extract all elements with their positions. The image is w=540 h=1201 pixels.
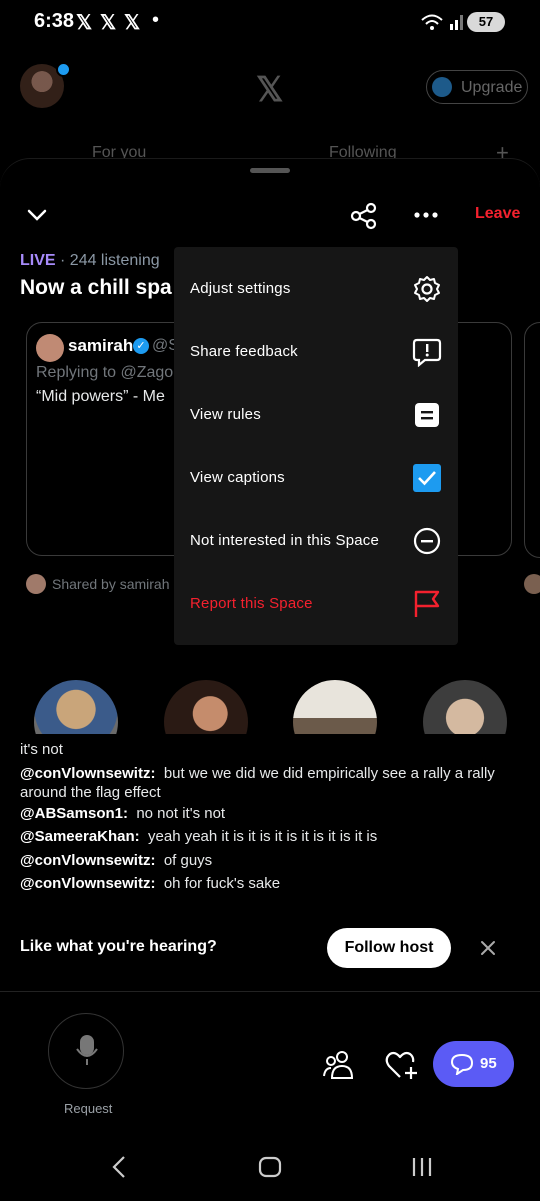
sheet-drag-handle[interactable] [250, 168, 290, 173]
caption-line: @SameeraKhan: yeah yeah it is it is it i… [20, 828, 378, 845]
space-options-menu [174, 247, 458, 645]
menu-item-share-feedback[interactable]: Share feedback [190, 343, 298, 360]
caption-user: @ABSamson1: [20, 805, 128, 822]
wifi-signal-icon [421, 14, 463, 30]
home-nav-icon[interactable] [255, 1152, 285, 1182]
live-status: LIVE · 244 listening [20, 252, 160, 270]
share-icon[interactable] [350, 202, 378, 230]
listener-count: · 244 listening [60, 252, 160, 269]
minus-circle-icon [413, 527, 441, 555]
close-icon[interactable] [478, 938, 498, 958]
verified-badge-icon: ✓ [133, 338, 149, 354]
status-time: 6:38 [34, 10, 75, 32]
caption-user: @conVlownsewitz: [20, 875, 156, 892]
caption-line: it's not [20, 741, 63, 758]
menu-item-view-captions[interactable]: View captions [190, 469, 285, 486]
replying-to: Replying to @Zagor [36, 364, 179, 381]
space-title: Now a chill spa [20, 276, 172, 299]
avatar [524, 574, 540, 594]
x-notification-icon: 𝕏 [100, 12, 117, 34]
feedback-icon [412, 338, 442, 367]
leave-button[interactable]: Leave [475, 205, 520, 223]
x-notification-icon: 𝕏 [76, 12, 93, 34]
avatar [26, 574, 46, 594]
menu-item-view-rules[interactable]: View rules [190, 406, 261, 423]
caption-line: @conVlownsewitz: but we we did we did em… [20, 765, 495, 801]
follow-host-button[interactable]: Follow host [327, 928, 451, 968]
microphone-icon [76, 1035, 98, 1065]
battery-indicator: 57 [467, 12, 505, 32]
chat-bubble-icon [450, 1053, 474, 1075]
chat-count: 95 [480, 1055, 497, 1072]
caption-line: @conVlownsewitz: of guys [20, 852, 213, 869]
gear-icon [414, 276, 440, 302]
menu-item-not-interested[interactable]: Not interested in this Space [190, 532, 379, 549]
request-label: Request [64, 1101, 113, 1116]
shared-by-label: Shared by samirah [52, 576, 170, 592]
caption-line: @conVlownsewitz: oh for fuck's sake [20, 875, 281, 892]
back-nav-icon[interactable] [105, 1152, 135, 1182]
post-text: “Mid powers” - Me [36, 388, 165, 405]
caption-user: @SameeraKhan: [20, 828, 140, 845]
next-post-card[interactable] [524, 322, 540, 558]
avatar [36, 334, 64, 362]
checkbox-checked-icon[interactable] [412, 463, 442, 493]
caption-user: @conVlownsewitz: [20, 765, 156, 782]
people-icon[interactable] [322, 1048, 356, 1082]
notification-badge [56, 62, 71, 77]
flag-icon [414, 590, 440, 617]
caption-line: @ABSamson1: no not it's not [20, 805, 226, 822]
notification-dot: • [152, 9, 160, 31]
follow-prompt-text: Like what you're hearing? [20, 938, 217, 955]
more-options-icon[interactable] [413, 211, 441, 219]
rules-icon [415, 403, 439, 427]
post-author-name: samirah [68, 336, 134, 355]
live-badge: LIVE [20, 252, 56, 269]
x-logo-icon: 𝕏 [256, 71, 284, 109]
caption-user: @conVlownsewitz: [20, 852, 156, 869]
menu-item-adjust-settings[interactable]: Adjust settings [190, 280, 291, 297]
upgrade-button[interactable]: Upgrade [426, 70, 528, 104]
collapse-chevron-icon[interactable] [26, 204, 48, 226]
recents-nav-icon[interactable] [407, 1152, 437, 1182]
divider [0, 991, 540, 992]
x-notification-icon: 𝕏 [124, 12, 141, 34]
menu-item-report-space[interactable]: Report this Space [190, 595, 313, 612]
heart-plus-icon[interactable] [384, 1048, 420, 1082]
